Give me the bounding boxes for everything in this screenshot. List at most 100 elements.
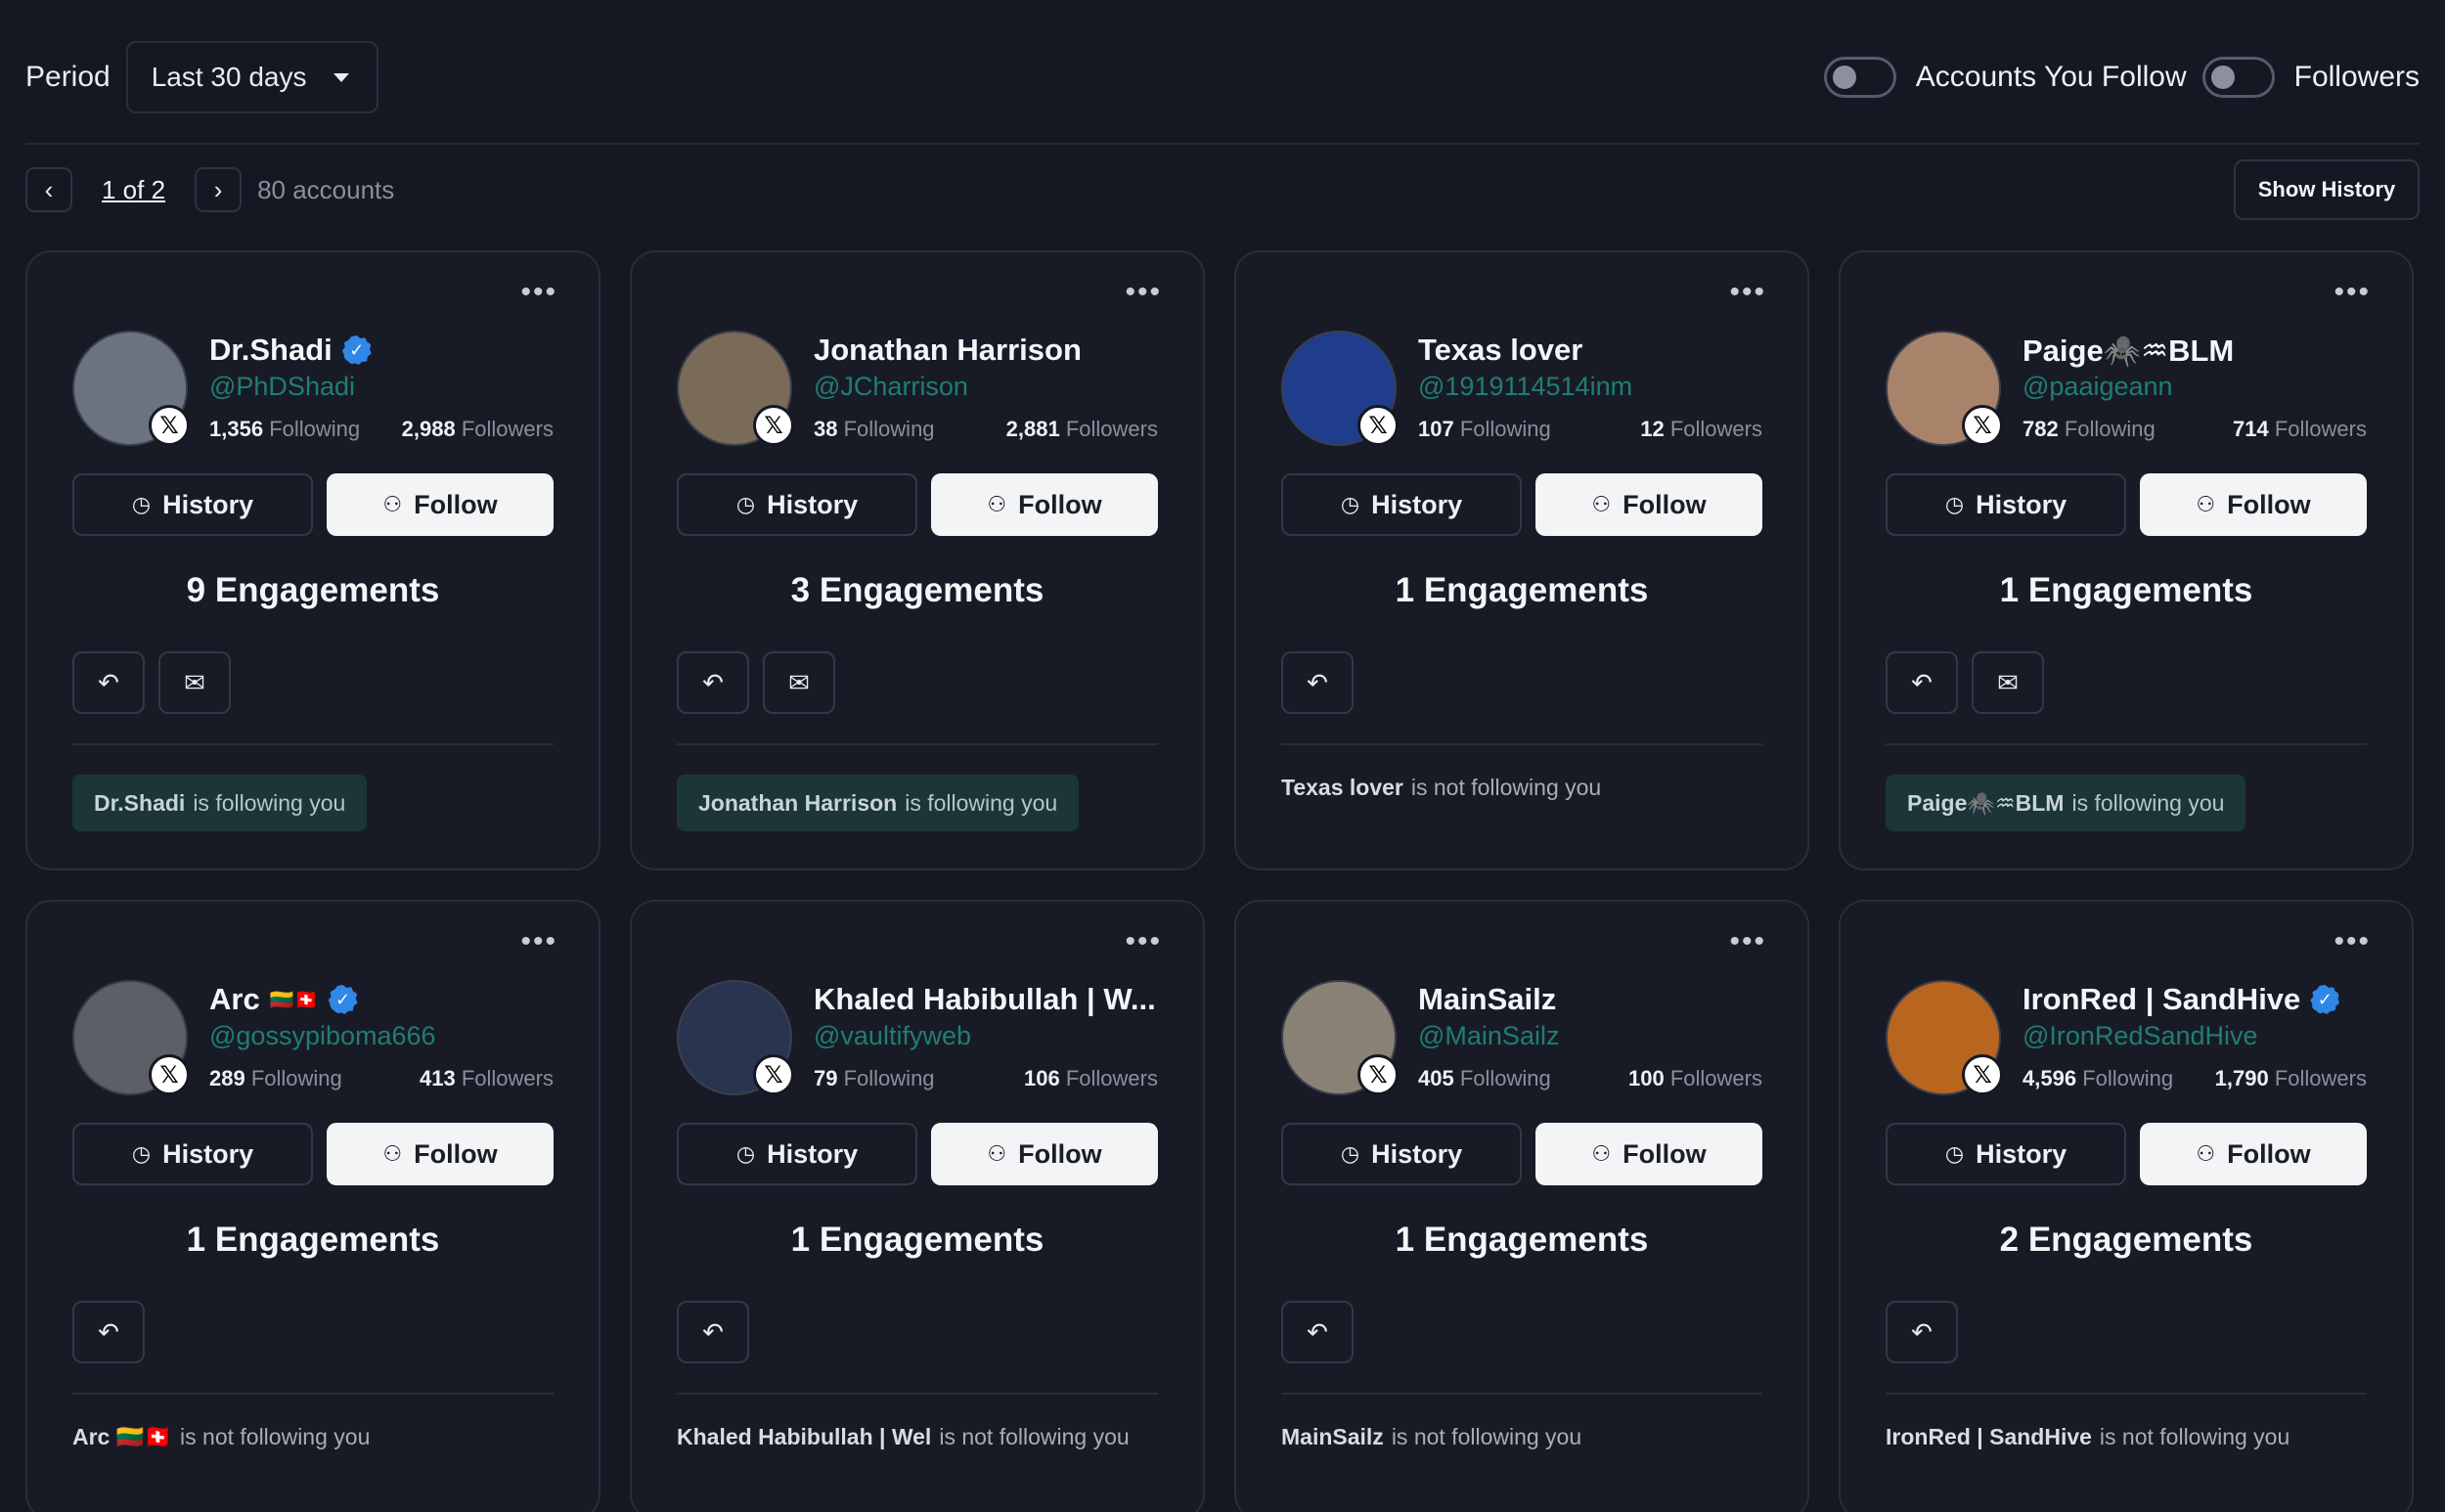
reply-button[interactable]: ↶ — [1281, 651, 1354, 714]
accounts-you-follow-toggle[interactable] — [1823, 57, 1896, 98]
reply-button[interactable]: ↶ — [1886, 1301, 1958, 1363]
next-page-button[interactable]: › — [195, 167, 243, 212]
handle[interactable]: @gossypiboma666 — [209, 1019, 554, 1054]
reply-button[interactable]: ↶ — [677, 651, 749, 714]
history-button[interactable]: ◷ History — [1281, 1123, 1522, 1185]
history-button[interactable]: ◷ History — [1886, 473, 2126, 536]
followers-toggle[interactable] — [2201, 57, 2275, 98]
follow-button[interactable]: ⚇ Follow — [327, 473, 554, 536]
more-options-icon[interactable]: ••• — [2334, 925, 2371, 958]
account-card: ••• 𝕏 Paige🕷️♒BLM @paaigeann 782 Following 71… — [1839, 250, 2414, 870]
reply-button[interactable]: ↶ — [1281, 1301, 1354, 1363]
history-button[interactable]: ◷ History — [1886, 1123, 2126, 1185]
avatar[interactable]: 𝕏 — [72, 331, 190, 446]
more-options-icon[interactable]: ••• — [1125, 276, 1162, 309]
avatar[interactable]: 𝕏 — [1886, 331, 2003, 446]
quick-actions: ↶ — [1886, 1301, 2367, 1363]
handle[interactable]: @IronRedSandHive — [2023, 1019, 2367, 1054]
handle[interactable]: @paaigeann — [2023, 370, 2367, 405]
account-count: 80 accounts — [257, 174, 395, 204]
follow-button[interactable]: ⚇ Follow — [1535, 1123, 1762, 1185]
history-button[interactable]: ◷ History — [677, 473, 917, 536]
avatar[interactable]: 𝕏 — [677, 331, 794, 446]
profile-info: Jonathan Harrison @JCharrison 38 Following… — [814, 331, 1158, 442]
follow-button[interactable]: ⚇ Follow — [2140, 1123, 2367, 1185]
handle[interactable]: @vaultifyweb — [814, 1019, 1158, 1054]
history-button[interactable]: ◷ History — [677, 1123, 917, 1185]
message-button[interactable]: ✉ — [158, 651, 231, 714]
follow-button[interactable]: ⚇ Follow — [327, 1123, 554, 1185]
show-history-button[interactable]: Show History — [2234, 159, 2420, 220]
handle[interactable]: @JCharrison — [814, 370, 1158, 405]
account-grid: ••• 𝕏 Dr.Shadi ✓ @PhDShadi 1,356 Following 2,9… — [25, 250, 2414, 1512]
avatar[interactable]: 𝕏 — [72, 980, 190, 1095]
more-options-icon[interactable]: ••• — [2334, 276, 2371, 309]
display-name[interactable]: Khaled Habibullah | W... — [814, 982, 1156, 1017]
display-name[interactable]: Dr.Shadi — [209, 333, 333, 368]
name-row: IronRed | SandHive ✓ — [2023, 980, 2367, 1019]
period-select[interactable]: Last 30 days — [125, 41, 378, 113]
following-stat: 4,596 Following — [2023, 1066, 2174, 1090]
action-row: ◷ History ⚇ Follow — [1886, 1123, 2367, 1185]
avatar[interactable]: 𝕏 — [677, 980, 794, 1095]
avatar[interactable]: 𝕏 — [1886, 980, 2003, 1095]
message-button[interactable]: ✉ — [1972, 651, 2044, 714]
avatar[interactable]: 𝕏 — [1281, 980, 1399, 1095]
reply-button[interactable]: ↶ — [1886, 651, 1958, 714]
message-button[interactable]: ✉ — [763, 651, 835, 714]
history-button[interactable]: ◷ History — [72, 473, 313, 536]
history-button[interactable]: ◷ History — [1281, 473, 1522, 536]
display-name[interactable]: Texas lover — [1418, 333, 1582, 368]
engagement-count: 1 Engagements — [1395, 571, 1649, 609]
display-name[interactable]: Paige🕷️♒BLM — [2023, 333, 2234, 369]
x-logo-icon: 𝕏 — [1357, 405, 1399, 446]
history-button[interactable]: ◷ History — [72, 1123, 313, 1185]
followers-stat: 2,988 Followers — [401, 417, 554, 441]
clock-icon: ◷ — [735, 492, 756, 516]
follow-button[interactable]: ⚇ Follow — [2140, 473, 2367, 536]
more-options-icon[interactable]: ••• — [520, 276, 557, 309]
stats-row: 107 Following 12 Followers — [1418, 417, 1762, 442]
followers-stat: 2,881 Followers — [1005, 417, 1158, 441]
prev-page-button[interactable]: ‹ — [25, 167, 72, 212]
follow-button[interactable]: ⚇ Follow — [931, 1123, 1158, 1185]
handle[interactable]: @1919114514inm — [1418, 370, 1762, 405]
more-options-icon[interactable]: ••• — [1729, 925, 1766, 958]
reply-icon: ↶ — [98, 1316, 119, 1347]
display-name[interactable]: Arc — [209, 982, 260, 1017]
account-card: ••• 𝕏 Khaled Habibullah | W... @vaultifyweb… — [630, 900, 1205, 1512]
page-indicator[interactable]: 1 of 2 — [102, 175, 165, 205]
follow-button[interactable]: ⚇ Follow — [1535, 473, 1762, 536]
followers-stat: 413 Followers — [420, 1066, 554, 1090]
follow-status-text: MainSailz is not following you — [1281, 1423, 1582, 1449]
clock-icon: ◷ — [131, 1141, 152, 1166]
clock-icon: ◷ — [1944, 1141, 1965, 1166]
clock-icon: ◷ — [1340, 492, 1360, 516]
following-stat: 79 Following — [814, 1066, 935, 1090]
envelope-icon: ✉ — [788, 667, 810, 697]
avatar[interactable]: 𝕏 — [1281, 331, 1399, 446]
follow-button[interactable]: ⚇ Follow — [931, 473, 1158, 536]
more-options-icon[interactable]: ••• — [1125, 925, 1162, 958]
accounts-you-follow-label: Accounts You Follow — [1915, 61, 2187, 93]
x-logo-icon: 𝕏 — [149, 1054, 190, 1095]
display-name[interactable]: Jonathan Harrison — [814, 333, 1082, 368]
reply-button[interactable]: ↶ — [72, 651, 145, 714]
display-name[interactable]: IronRed | SandHive — [2023, 982, 2300, 1017]
display-name[interactable]: MainSailz — [1418, 982, 1556, 1017]
followers-stat: 1,790 Followers — [2214, 1066, 2367, 1090]
reply-button[interactable]: ↶ — [72, 1301, 145, 1363]
x-logo-icon: 𝕏 — [149, 405, 190, 446]
stats-row: 405 Following 100 Followers — [1418, 1066, 1762, 1091]
more-options-icon[interactable]: ••• — [520, 925, 557, 958]
reply-button[interactable]: ↶ — [677, 1301, 749, 1363]
action-row: ◷ History ⚇ Follow — [1281, 473, 1762, 536]
more-options-icon[interactable]: ••• — [1729, 276, 1766, 309]
handle[interactable]: @MainSailz — [1418, 1019, 1762, 1054]
quick-actions: ↶ — [1281, 1301, 1762, 1363]
engagement-count: 3 Engagements — [790, 571, 1045, 609]
user-plus-icon: ⚇ — [987, 1141, 1007, 1166]
action-row: ◷ History ⚇ Follow — [677, 1123, 1158, 1185]
handle[interactable]: @PhDShadi — [209, 370, 554, 405]
follow-status-text: IronRed | SandHive is not following you — [1886, 1423, 2290, 1449]
